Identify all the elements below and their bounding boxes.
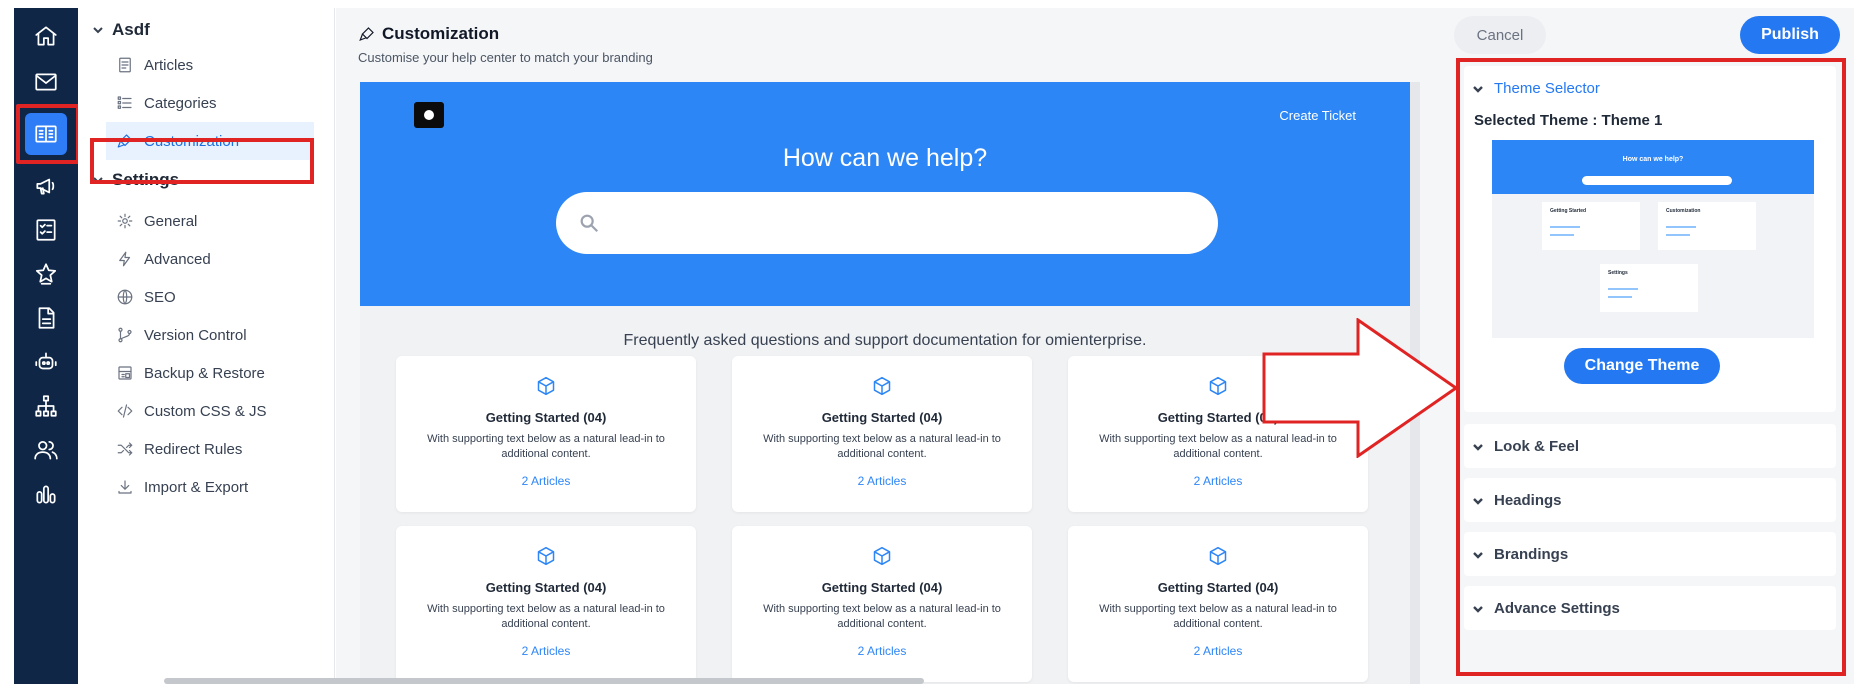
card-articles-link[interactable]: 2 Articles (396, 474, 696, 488)
backup-icon (118, 366, 132, 380)
nav-item-seo[interactable]: SEO (106, 278, 314, 316)
card-title: Getting Started (04) (485, 410, 607, 425)
checklist-icon[interactable] (14, 208, 78, 252)
nav-item-label: Categories (144, 94, 217, 112)
star-badge-icon[interactable] (14, 252, 78, 296)
hero-title: How can we help? (782, 144, 988, 172)
gear-icon (117, 213, 133, 229)
globe-icon (117, 289, 133, 305)
robot-icon[interactable] (14, 340, 78, 384)
card-title: Getting Started (04) (485, 580, 607, 595)
cube-icon (1209, 376, 1227, 396)
faq-description: Frequently asked questions and support d… (623, 332, 1147, 349)
preview-search-input[interactable] (556, 192, 1218, 254)
nav-item-articles[interactable]: Articles (106, 46, 314, 84)
nav-item-label: Version Control (144, 326, 247, 344)
card-text: With supporting text below as a natural … (427, 433, 665, 460)
brush-icon (359, 27, 374, 42)
category-card[interactable]: Getting Started (04) With supporting tex… (732, 356, 1032, 512)
shuffle-icon (117, 442, 133, 456)
card-articles-link[interactable]: 2 Articles (732, 644, 1032, 658)
nav-item-import-export[interactable]: Import & Export (106, 468, 314, 506)
nav-item-advanced[interactable]: Advanced (106, 240, 314, 278)
card-title: Getting Started (04) (1157, 580, 1279, 595)
nav-item-label: Custom CSS & JS (144, 402, 267, 420)
nav-item-redirect-rules[interactable]: Redirect Rules (106, 430, 314, 468)
nav-item-label: Import & Export (144, 478, 249, 496)
nav-item-label: Advanced (144, 250, 211, 268)
workspace-group[interactable]: Asdf (92, 20, 150, 40)
preview-hero: Create Ticket How can we help? (360, 82, 1410, 306)
annotation-arrow-icon (1262, 318, 1459, 458)
cube-icon (1209, 546, 1227, 566)
branch-icon (118, 327, 132, 343)
nav-item-custom-css-js[interactable]: Custom CSS & JS (106, 392, 314, 430)
nav-item-label: SEO (144, 288, 176, 306)
home-icon[interactable] (14, 14, 78, 58)
publish-button[interactable]: Publish (1740, 16, 1840, 54)
nav-item-categories[interactable]: Categories (106, 84, 314, 122)
category-card[interactable]: Getting Started (04) With supporting tex… (396, 356, 696, 512)
brand-logo-icon (414, 102, 444, 128)
nav-item-general[interactable]: General (106, 202, 314, 240)
cube-icon (537, 376, 555, 396)
nav-item-label: General (144, 212, 198, 230)
category-card[interactable]: Getting Started (04) With supporting tex… (1068, 526, 1368, 682)
search-icon (580, 214, 599, 233)
code-icon (117, 404, 133, 418)
card-articles-link[interactable]: 2 Articles (396, 644, 696, 658)
bar-chart-icon[interactable] (14, 472, 78, 516)
cube-icon (873, 376, 891, 396)
card-title: Getting Started (04) (821, 410, 943, 425)
category-card[interactable]: Getting Started (04) With supporting tex… (396, 526, 696, 682)
help-center-preview: Create Ticket How can we help? Frequentl… (360, 82, 1420, 684)
cube-icon (873, 546, 891, 566)
users-icon[interactable] (14, 428, 78, 472)
highlight-box-panel (1456, 58, 1846, 676)
card-articles-link[interactable]: 2 Articles (732, 474, 1032, 488)
cancel-button[interactable]: Cancel (1454, 16, 1546, 54)
create-ticket-link[interactable]: Create Ticket (1279, 108, 1356, 123)
page-title: Customization (358, 24, 499, 44)
workspace-name: Asdf (112, 20, 150, 39)
chevron-down-icon (93, 27, 103, 34)
nav-item-label: Backup & Restore (144, 364, 265, 382)
card-title: Getting Started (04) (821, 580, 943, 595)
nav-item-backup-restore[interactable]: Backup & Restore (106, 354, 314, 392)
category-card[interactable]: Getting Started (04) With supporting tex… (732, 526, 1032, 682)
card-articles-link[interactable]: 2 Articles (1068, 474, 1368, 488)
nav-item-label: Redirect Rules (144, 440, 243, 458)
highlight-box-rail (16, 104, 80, 164)
articles-icon (119, 57, 131, 73)
card-text: With supporting text below as a natural … (763, 603, 1001, 630)
megaphone-icon[interactable] (14, 164, 78, 208)
sitemap-icon[interactable] (14, 384, 78, 428)
nav-item-label: Articles (144, 56, 194, 74)
secondary-sidebar: Asdf Articles Categories Customization S… (78, 8, 335, 684)
card-articles-link[interactable]: 2 Articles (1068, 644, 1368, 658)
cube-icon (537, 546, 555, 566)
page-subtitle: Customise your help center to match your… (358, 50, 653, 65)
horizontal-scrollbar[interactable] (164, 678, 924, 684)
nav-item-version-control[interactable]: Version Control (106, 316, 314, 354)
document-icon[interactable] (14, 296, 78, 340)
card-text: With supporting text below as a natural … (763, 433, 1001, 460)
mail-icon[interactable] (14, 60, 78, 104)
card-text: With supporting text below as a natural … (427, 603, 665, 630)
bolt-icon (119, 251, 131, 267)
highlight-box-nav (90, 138, 314, 184)
page-title-text: Customization (382, 24, 500, 43)
card-text: With supporting text below as a natural … (1099, 603, 1337, 630)
download-icon (118, 480, 132, 494)
list-icon (117, 96, 132, 109)
